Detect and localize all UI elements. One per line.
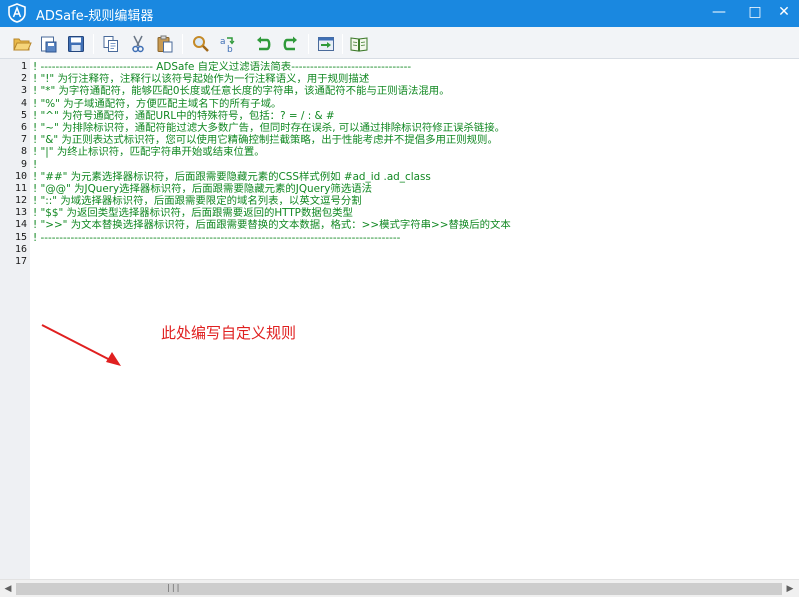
code-text: ! ">>" 为文本替换选择器标识符，后面跟需要替换的文本数据，格式：>>模式字… [33,219,511,232]
cut-icon[interactable] [128,34,148,54]
scrollbar-grip-icon: ||| [166,583,181,592]
code-text: ! "!" 为行注释符，注释行以该符号起始作为一行注释语义，用于规则描述 [33,73,370,86]
import-icon[interactable] [316,34,336,54]
code-line[interactable]: 10 ! "##" 为元素选择器标识符，后面跟需要隐藏元素的CSS样式例如 #ad… [0,171,799,183]
code-line[interactable]: 17 [0,256,799,268]
save-as-icon[interactable] [39,34,59,54]
code-line[interactable]: 1 ! ------------------------------ ADSafe… [0,61,799,73]
code-line[interactable]: 5 ! "^" 为符号通配符，通配URL中的特殊符号，包括：? = / : & # [0,110,799,122]
shield-app-icon [8,3,26,23]
line-number: 2 [20,73,27,85]
code-text: ! "*" 为字符通配符，能够匹配0长度或任意长度的字符串，该通配符不能与正则语… [33,85,450,98]
code-line[interactable]: 8 ! "|" 为终止标识符，匹配字符串开始或结束位置。 [0,146,799,158]
line-number: 13 [14,207,27,219]
line-number: 10 [14,170,27,182]
code-text: ! ------------------------------ ADSafe … [33,61,412,73]
scroll-right-arrow-icon[interactable]: ▶ [784,583,796,595]
line-number: 6 [20,121,27,133]
code-line[interactable]: 3 ! "*" 为字符通配符，能够匹配0长度或任意长度的字符串，该通配符不能与正则… [0,85,799,97]
line-number: 5 [20,109,27,121]
line-number: 4 [20,97,27,109]
code-text: ! "|" 为终止标识符，匹配字符串开始或结束位置。 [33,146,265,159]
code-text: ! "~" 为排除标识符，通配符能过滤大多数广告，但同时存在误杀, 可以通过排除… [33,121,506,134]
close-button[interactable]: ✕ [769,0,799,27]
scrollbar-thumb[interactable]: ||| [16,583,782,595]
code-line[interactable]: 12 ! "::" 为域选择器标识符，后面跟需要限定的域名列表，以英文逗号分割 [0,195,799,207]
open-folder-icon[interactable] [12,34,32,54]
code-line[interactable]: 2 ! "!" 为行注释符，注释行以该符号起始作为一行注释语义，用于规则描述 [0,73,799,85]
redo-icon[interactable] [281,34,301,54]
toolbar: a b [0,27,799,59]
line-number: 15 [14,231,27,243]
help-book-icon[interactable] [349,34,369,54]
code-text: ! "##" 为元素选择器标识符，后面跟需要隐藏元素的CSS样式例如 #ad_i… [33,170,431,183]
code-text: ! "::" 为域选择器标识符，后面跟需要限定的域名列表，以英文逗号分割 [33,195,362,208]
line-number: 8 [20,146,27,158]
rule-editor[interactable]: 1 ! ------------------------------ ADSafe… [0,59,799,579]
paste-icon[interactable] [155,34,175,54]
red-arrow-annotation [41,324,121,366]
line-number: 12 [14,195,27,207]
line-number: 9 [20,158,27,170]
toolbar-separator [342,34,343,54]
scroll-left-arrow-icon[interactable]: ◀ [2,583,14,595]
line-number: 3 [20,85,27,97]
code-line[interactable]: 9! [0,159,799,171]
horizontal-scrollbar[interactable]: ◀ ||| ▶ [0,579,799,597]
code-text: ! "&" 为正则表达式标识符，您可以使用它精确控制拦截策略，出于性能考虑并不提… [33,134,498,147]
code-lines: 1 ! ------------------------------ ADSafe… [0,61,799,268]
toolbar-separator [308,34,309,54]
title-bar: ADSafe-规则编辑器 — □ ✕ [0,0,799,27]
code-text: ! "@@" 为JQuery选择器标识符，后面跟需要隐藏元素的JQuery筛选语… [33,182,372,195]
toolbar-separator [93,34,94,54]
annotation-text: 此处编写自定义规则 [161,324,297,342]
code-text: ! --------------------------------------… [33,231,401,244]
code-line[interactable]: 13 ! "$$" 为返回类型选择器标识符，后面跟需要返回的HTTP数据包类型 [0,207,799,219]
replace-icon[interactable]: a b [218,34,238,54]
find-icon[interactable] [191,34,211,54]
save-icon[interactable] [66,34,86,54]
code-text: ! "$$" 为返回类型选择器标识符，后面跟需要返回的HTTP数据包类型 [33,207,353,220]
svg-text:a: a [220,37,226,47]
line-number: 7 [20,134,27,146]
code-line[interactable]: 4 ! "%" 为子域通配符，方便匹配主域名下的所有子域。 [0,98,799,110]
line-number: 16 [14,243,27,255]
code-text: ! "^" 为符号通配符，通配URL中的特殊符号，包括：? = / : & # [33,109,335,122]
code-line[interactable]: 11 ! "@@" 为JQuery选择器标识符，后面跟需要隐藏元素的JQuery筛… [0,183,799,195]
code-line[interactable]: 16 [0,244,799,256]
code-text: ! "%" 为子域通配符，方便匹配主域名下的所有子域。 [33,97,282,110]
line-number: 17 [14,256,27,267]
line-number: 1 [20,61,27,72]
minimize-button[interactable]: — [704,0,734,27]
code-line[interactable]: 15 ! ------------------------------------… [0,232,799,244]
line-number: 14 [14,219,27,231]
code-line[interactable]: 6 ! "~" 为排除标识符，通配符能过滤大多数广告，但同时存在误杀, 可以通过排… [0,122,799,134]
maximize-button[interactable]: □ [740,0,770,27]
toolbar-separator [182,34,183,54]
copy-icon[interactable] [101,34,121,54]
code-text: ! [33,158,38,171]
code-line[interactable]: 7 ! "&" 为正则表达式标识符，您可以使用它精确控制拦截策略，出于性能考虑并不… [0,134,799,146]
undo-icon[interactable] [253,34,273,54]
line-number: 11 [14,182,27,194]
code-line[interactable]: 14 ! ">>" 为文本替换选择器标识符，后面跟需要替换的文本数据，格式：>>模… [0,219,799,231]
svg-text:b: b [227,45,233,54]
window-title: ADSafe-规则编辑器 [36,9,154,24]
